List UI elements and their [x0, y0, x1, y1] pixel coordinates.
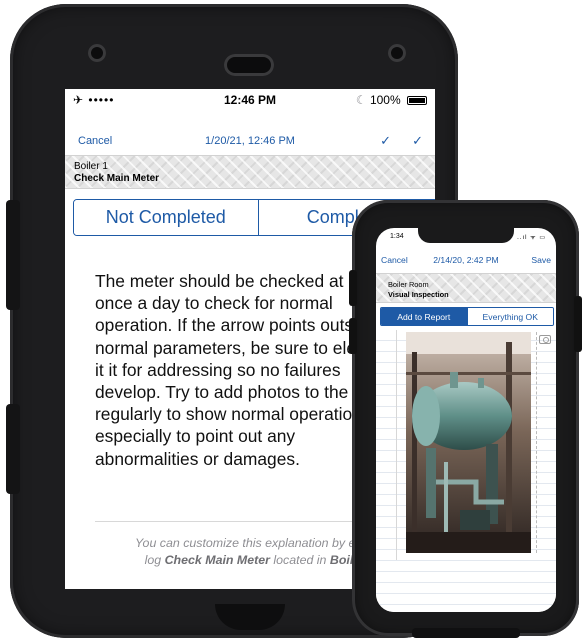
case-side-bumper: [6, 404, 20, 494]
log-name: Check Main Meter: [74, 173, 160, 184]
phone-side-button: [349, 318, 357, 354]
phone-notch: [418, 228, 514, 243]
phone-bottom-cap: [412, 628, 520, 638]
footnote-line-1: You can customize this explanation by ed…: [134, 536, 386, 550]
phone-log-name: Visual Inspection: [388, 290, 449, 299]
moon-icon: ☾: [355, 93, 367, 107]
phone-status-time: 1:34: [390, 233, 404, 240]
case-screw-hole: [388, 44, 406, 62]
phone-device: 1:34 ..ıl ᯤ ▭ Cancel 2/14/20, 2:42 PM Sa…: [349, 200, 582, 638]
phone-side-button: [574, 296, 582, 352]
notes-margin-line: [396, 330, 397, 560]
phone-location-label: Boiler Room: [388, 280, 429, 289]
home-button-cover: [215, 604, 285, 630]
phone-entry-timestamp: 2/14/20, 2:42 PM: [433, 255, 499, 265]
attached-photo[interactable]: [406, 332, 537, 553]
phone-screen: 1:34 ..ıl ᯤ ▭ Cancel 2/14/20, 2:42 PM Sa…: [376, 228, 556, 612]
everything-ok-option[interactable]: Everything OK: [466, 308, 553, 325]
location-label: Boiler 1: [74, 161, 108, 172]
add-to-report-option[interactable]: Add to Report: [381, 308, 467, 325]
checkmark-icon[interactable]: ✓: [380, 133, 391, 149]
phone-log-header: Boiler Room Visual Inspection: [376, 273, 556, 303]
nav-bar: Cancel 1/20/21, 12:46 PM ✓ ✓: [65, 129, 435, 153]
camera-icon[interactable]: [539, 335, 551, 344]
case-side-bumper: [6, 200, 20, 310]
not-completed-option[interactable]: Not Completed: [74, 200, 258, 235]
case-screw-hole: [88, 44, 106, 62]
battery-icon: [407, 96, 427, 105]
phone-save-button[interactable]: Save: [531, 255, 551, 265]
battery-percent: 100%: [369, 93, 401, 107]
phone-side-button: [349, 270, 357, 306]
check-all-icon[interactable]: ✓: [412, 133, 423, 149]
status-bar: ✈ ••••• 12:46 PM ☾ 100%: [65, 89, 435, 111]
report-segmented-control: Add to Report Everything OK: [380, 307, 554, 326]
camera-slot: [224, 54, 274, 76]
log-header: Boiler 1 Check Main Meter: [65, 155, 435, 189]
battery-status: ☾ 100%: [356, 93, 427, 107]
footnote-middle: located in: [269, 553, 330, 567]
footnote-log-name[interactable]: Check Main Meter: [165, 553, 270, 567]
signal-icon: ..ıl ᯤ ▭: [517, 235, 546, 241]
boiler-photo: [406, 332, 531, 553]
footnote-prefix: log: [144, 553, 165, 567]
